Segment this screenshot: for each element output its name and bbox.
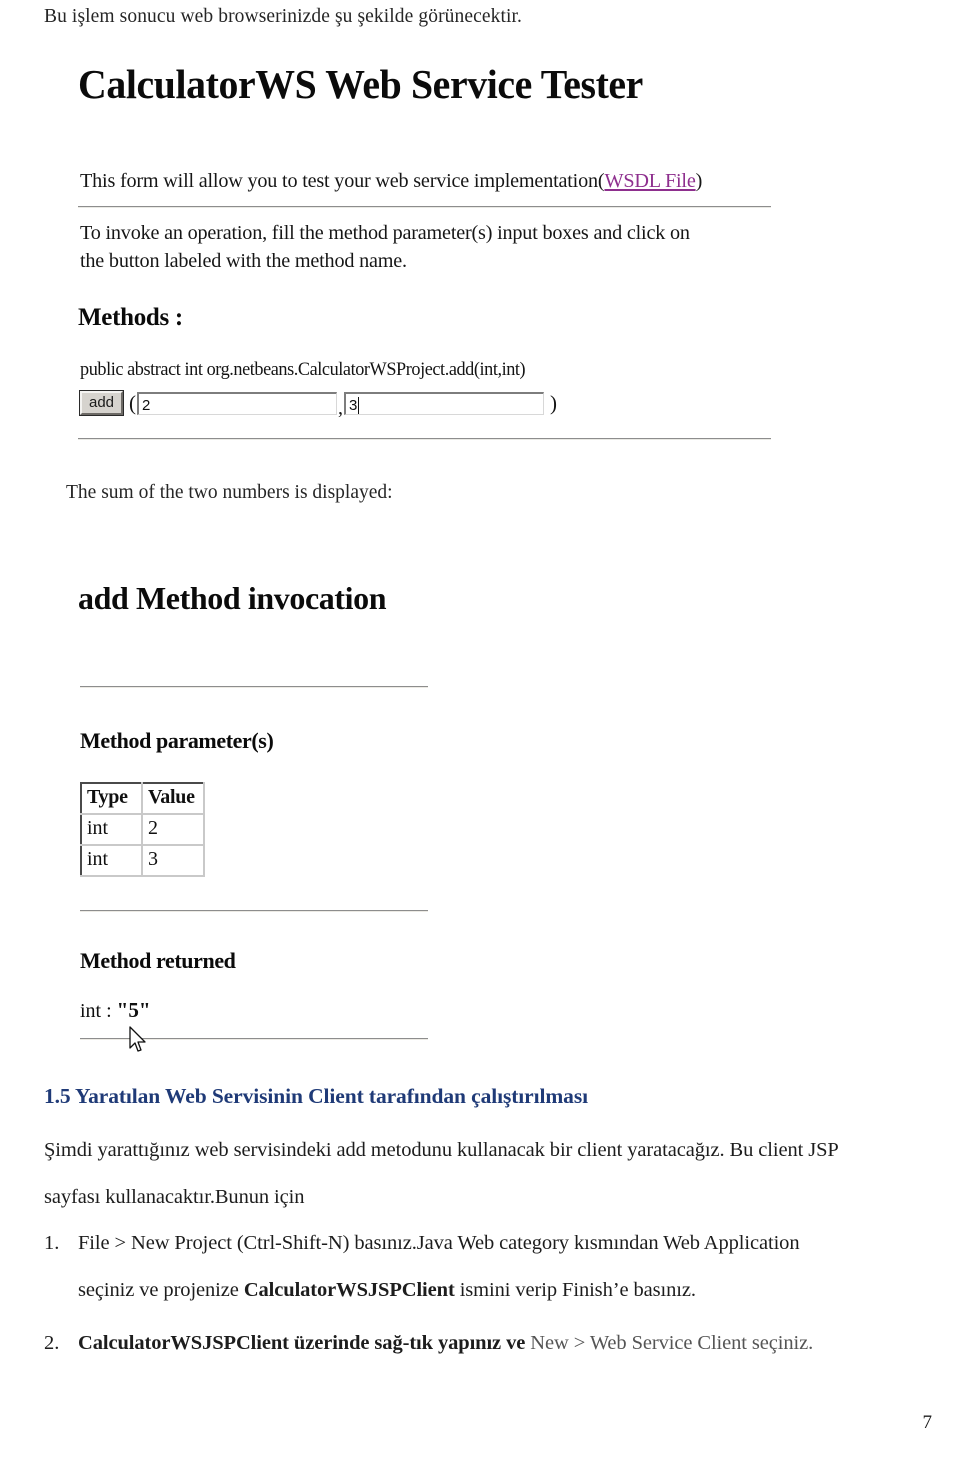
divider-top <box>78 206 771 208</box>
cell-value-1: 3 <box>141 844 205 877</box>
mouse-cursor-icon <box>129 1026 146 1052</box>
list-item-number-2: 2. <box>44 1332 60 1354</box>
list-item-2-bold-text: CalculatorWSJSPClient üzerinde sağ-tık y… <box>78 1332 531 1354</box>
list-item-2-menu-path: New > Web Service Client seçiniz. <box>530 1332 814 1354</box>
method-invoke-row: add ( 2 , 3 ) <box>78 388 558 419</box>
tester-instruction-line-2: the button labeled with the method name. <box>80 250 407 272</box>
page-number: 7 <box>922 1412 933 1433</box>
section-paragraph-line-2: sayfası kullanacaktır.Bunun için <box>44 1186 305 1208</box>
section-heading: 1.5 Yaratılan Web Servisinin Client tara… <box>44 1084 588 1108</box>
add-method-button[interactable]: add <box>78 390 125 416</box>
project-name-calculatorwsjspclient: CalculatorWSJSPClient <box>243 1279 455 1301</box>
tester-intro-text: This form will allow you to test your we… <box>80 170 702 193</box>
method-invocation-screenshot: add Method invocation Method parameter(s… <box>0 560 520 1060</box>
divider-bottom <box>78 438 771 440</box>
signature-comma: , <box>338 397 344 419</box>
column-header-value: Value <box>141 782 205 815</box>
tester-page-title: CalculatorWS Web Service Tester <box>78 61 643 107</box>
document-page: Bu işlem sonucu web browserinizde şu şek… <box>0 0 960 1460</box>
method-parameters-heading: Method parameter(s) <box>80 728 274 753</box>
methods-heading: Methods : <box>78 304 183 331</box>
param-input-1[interactable]: 3 <box>344 391 545 415</box>
web-service-tester-screenshot: CalculatorWS Web Service Tester This for… <box>0 52 860 442</box>
cell-type-0: int <box>80 813 143 846</box>
table-row: int 3 <box>80 844 205 877</box>
method-returned-heading: Method returned <box>80 948 236 973</box>
list-item-1-text-after: ismini verip Finish’e basınız. <box>454 1279 696 1301</box>
cell-value-0: 2 <box>141 813 205 846</box>
cell-type-1: int <box>80 844 143 877</box>
invocation-divider-1 <box>80 686 428 688</box>
method-signature: public abstract int org.netbeans.Calcula… <box>80 359 526 380</box>
signature-open-paren: ( <box>129 390 137 415</box>
invocation-divider-2 <box>80 910 428 912</box>
wsdl-file-link[interactable]: WSDL File <box>604 170 695 192</box>
list-item-number-1: 1. <box>44 1232 60 1254</box>
sum-caption: The sum of the two numbers is displayed: <box>66 482 393 503</box>
param-input-0[interactable]: 2 <box>137 391 338 415</box>
list-item-2-line-1: CalculatorWSJSPClient üzerinde sağ-tık y… <box>78 1332 813 1355</box>
invocation-title: add Method invocation <box>78 580 387 616</box>
tester-intro-label: This form will allow you to test your we… <box>80 170 598 192</box>
tester-instruction-line-1: To invoke an operation, fill the method … <box>80 222 690 244</box>
list-item-1-line-2: seçiniz ve projenize CalculatorWSJSPClie… <box>78 1279 696 1302</box>
method-return-value: int : "5" <box>80 998 151 1023</box>
section-paragraph-line-1: Şimdi yarattığınız web servisindeki add … <box>44 1139 839 1161</box>
table-row: int 2 <box>80 813 205 846</box>
return-type-label: int : <box>80 1000 117 1022</box>
list-item-1-line-1: File > New Project (Ctrl-Shift-N) basını… <box>78 1232 800 1254</box>
wsdl-close-paren: ) <box>695 170 703 192</box>
column-header-type: Type <box>80 782 143 815</box>
signature-close-paren: ) <box>550 390 558 415</box>
return-value-text: "5" <box>116 998 151 1022</box>
method-parameters-table: Type Value int 2 int 3 <box>80 782 205 877</box>
list-item-1-text-before: seçiniz ve projenize <box>78 1279 244 1301</box>
intro-sentence: Bu işlem sonucu web browserinizde şu şek… <box>44 6 523 27</box>
table-header-row: Type Value <box>80 782 205 815</box>
